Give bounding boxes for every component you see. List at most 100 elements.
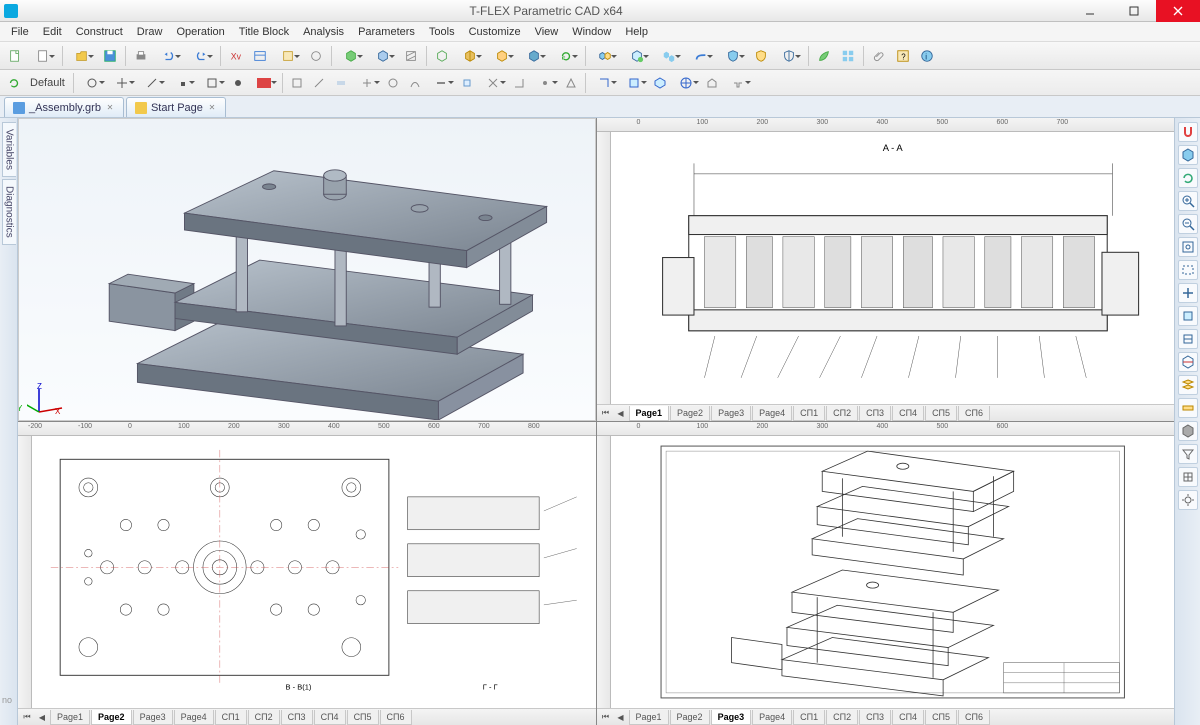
zoom-window-icon[interactable]: [1178, 260, 1198, 280]
page-tab[interactable]: СП1: [793, 710, 825, 725]
menu-file[interactable]: File: [4, 24, 36, 40]
open-button[interactable]: [67, 45, 97, 67]
page-prev-icon[interactable]: ◀: [35, 710, 49, 724]
view-top-icon[interactable]: [1178, 306, 1198, 326]
shade-button[interactable]: [455, 45, 485, 67]
refresh-icon[interactable]: [4, 73, 24, 93]
zoom-in-icon[interactable]: [1178, 191, 1198, 211]
t2-h[interactable]: [457, 73, 477, 93]
color-swatch[interactable]: [250, 73, 278, 93]
t2-k[interactable]: [531, 73, 559, 93]
viewport-plan[interactable]: -200 -100 0 100 200 300 400 500 600 700 …: [18, 422, 596, 725]
t2-l[interactable]: [561, 73, 581, 93]
tool-bend[interactable]: [686, 45, 716, 67]
views-button[interactable]: [837, 45, 859, 67]
page-tab[interactable]: СП6: [958, 710, 990, 725]
t2-g[interactable]: [427, 73, 455, 93]
magnet-icon[interactable]: [1178, 122, 1198, 142]
canvas-3d[interactable]: ZYX: [18, 118, 596, 421]
print-button[interactable]: [130, 45, 152, 67]
save-button[interactable]: [99, 45, 121, 67]
attach-button[interactable]: [868, 45, 890, 67]
pan-icon[interactable]: [1178, 283, 1198, 303]
menu-draw[interactable]: Draw: [130, 24, 170, 40]
maximize-button[interactable]: [1112, 0, 1156, 22]
assembly-3[interactable]: [654, 45, 684, 67]
page-tab[interactable]: СП1: [215, 710, 247, 725]
tool-hatch[interactable]: [400, 45, 422, 67]
close-tab-icon[interactable]: ✕: [105, 103, 115, 113]
page-tab[interactable]: Page2: [670, 710, 710, 725]
t2-n[interactable]: [620, 73, 648, 93]
canvas-iso[interactable]: [611, 436, 1175, 708]
shield-3[interactable]: [774, 45, 804, 67]
tool-refresh[interactable]: [551, 45, 581, 67]
t2-p[interactable]: [672, 73, 700, 93]
page-tab[interactable]: СП1: [793, 406, 825, 421]
t2-o[interactable]: [650, 73, 670, 93]
page-tab[interactable]: Page3: [133, 710, 173, 725]
snap-3[interactable]: [138, 73, 166, 93]
page-tab[interactable]: СП3: [859, 406, 891, 421]
t2-d[interactable]: [353, 73, 381, 93]
assembly-1[interactable]: [590, 45, 620, 67]
page-first-icon[interactable]: ⏮: [20, 710, 34, 724]
page-tab[interactable]: СП2: [826, 710, 858, 725]
page-tab[interactable]: СП5: [347, 710, 379, 725]
close-tab-icon[interactable]: ✕: [207, 103, 217, 113]
tool-3[interactable]: [305, 45, 327, 67]
snap-6[interactable]: [228, 73, 248, 93]
page-tab[interactable]: СП5: [925, 406, 957, 421]
filter-icon[interactable]: [1178, 444, 1198, 464]
viewport-iso[interactable]: 0 100 200 300 400 500 600: [597, 422, 1175, 725]
page-tab[interactable]: Page1: [629, 710, 669, 725]
page-tab[interactable]: СП3: [859, 710, 891, 725]
viewport-section-aa[interactable]: 0 100 200 300 400 500 600 700 A - A: [597, 118, 1175, 421]
undo-button[interactable]: [154, 45, 184, 67]
menu-analysis[interactable]: Analysis: [296, 24, 351, 40]
help-button[interactable]: ?: [892, 45, 914, 67]
menu-construct[interactable]: Construct: [69, 24, 130, 40]
grid-icon[interactable]: [1178, 467, 1198, 487]
snap-1[interactable]: [78, 73, 106, 93]
variables-button[interactable]: Xv: [225, 45, 247, 67]
canvas-section[interactable]: A - A: [611, 132, 1175, 404]
page-tab[interactable]: СП2: [248, 710, 280, 725]
doctab-startpage[interactable]: Start Page ✕: [126, 97, 226, 117]
page-first-icon[interactable]: ⏮: [599, 710, 613, 724]
zoom-fit-icon[interactable]: [1178, 237, 1198, 257]
page-tab[interactable]: Page2: [91, 710, 132, 725]
page-tab[interactable]: СП5: [925, 710, 957, 725]
t2-f[interactable]: [405, 73, 425, 93]
menu-view[interactable]: View: [528, 24, 566, 40]
menu-tools[interactable]: Tools: [422, 24, 462, 40]
page-prev-icon[interactable]: ◀: [614, 406, 628, 420]
canvas-plan[interactable]: B - B(1) Г - Г: [32, 436, 596, 708]
zoom-out-icon[interactable]: [1178, 214, 1198, 234]
menu-parameters[interactable]: Parameters: [351, 24, 422, 40]
t2-c[interactable]: [331, 73, 351, 93]
cube-wire[interactable]: [431, 45, 453, 67]
page-prev-icon[interactable]: ◀: [614, 710, 628, 724]
menu-titleblock[interactable]: Title Block: [232, 24, 296, 40]
page-tab[interactable]: СП4: [314, 710, 346, 725]
t2-r[interactable]: [724, 73, 752, 93]
shield-2[interactable]: [750, 45, 772, 67]
sidetab-variables[interactable]: Variables: [2, 122, 16, 177]
assembly-2[interactable]: [622, 45, 652, 67]
page-tab[interactable]: Page3: [711, 710, 752, 725]
sidetab-diagnostics[interactable]: Diagnostics: [2, 179, 16, 245]
leaf-button[interactable]: [813, 45, 835, 67]
menu-help[interactable]: Help: [618, 24, 655, 40]
t2-m[interactable]: [590, 73, 618, 93]
rotate-icon[interactable]: [1178, 168, 1198, 188]
page-tab[interactable]: СП6: [380, 710, 412, 725]
doctab-assembly[interactable]: _Assembly.grb ✕: [4, 97, 124, 117]
shade-toggle-icon[interactable]: [1178, 421, 1198, 441]
page-tab[interactable]: Page2: [670, 406, 710, 421]
page-tab[interactable]: Page1: [50, 710, 90, 725]
tool-2[interactable]: [273, 45, 303, 67]
page-tab[interactable]: Page4: [752, 710, 792, 725]
t2-e[interactable]: [383, 73, 403, 93]
snap-4[interactable]: [168, 73, 196, 93]
